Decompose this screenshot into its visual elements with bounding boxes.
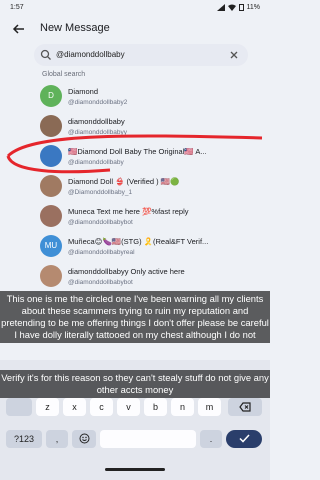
- contact-name: Muñeca😊🍆🇺🇸(STG) 🎗️(Real&FT Verif...: [68, 237, 209, 246]
- caption-text-2: Verify it's for this reason so they can'…: [0, 370, 270, 398]
- contact-handle: @Diamonddollbaby_1: [68, 189, 133, 196]
- list-item[interactable]: diamonddollbabyy Only active here @diamon…: [40, 262, 262, 292]
- contact-handle: @diamonddollbabyy: [68, 129, 127, 136]
- emoji-icon: [79, 433, 89, 444]
- page-title: New Message: [40, 22, 110, 34]
- key-x[interactable]: x: [63, 398, 86, 416]
- key-m[interactable]: m: [198, 398, 221, 416]
- list-item[interactable]: Muneca Text me here 💯%fast reply @diamond…: [40, 202, 262, 232]
- emoji-key[interactable]: [72, 430, 96, 448]
- caption-text-1: This one is me the circled one I've been…: [0, 291, 270, 343]
- contact-name: diamonddollbaby: [68, 117, 125, 126]
- avatar: [40, 145, 62, 167]
- search-value: @diamonddollbaby: [56, 50, 125, 59]
- close-icon[interactable]: [228, 49, 240, 61]
- avatar: [40, 175, 62, 197]
- app-header: New Message: [0, 16, 270, 42]
- wifi-icon: [227, 4, 236, 11]
- home-handle[interactable]: [105, 468, 165, 471]
- contact-name: Muneca Text me here 💯%fast reply: [68, 207, 189, 216]
- enter-key[interactable]: [226, 430, 262, 448]
- status-bar: 1:57 11%: [0, 0, 270, 16]
- contact-handle: @diamonddollbaby2: [68, 99, 128, 106]
- avatar: D: [40, 85, 62, 107]
- back-arrow-icon[interactable]: [12, 22, 26, 36]
- section-label: Global search: [42, 71, 86, 78]
- list-item[interactable]: D Diamond @diamonddollbaby2: [40, 82, 262, 112]
- battery-percent: 11%: [246, 4, 261, 11]
- search-icon: [40, 49, 51, 60]
- list-item[interactable]: MU Muñeca😊🍆🇺🇸(STG) 🎗️(Real&FT Verif... @di…: [40, 232, 262, 262]
- period-key[interactable]: .: [200, 430, 222, 448]
- check-icon: [238, 434, 250, 443]
- list-item[interactable]: 🇱🇷Diamond Doll Baby The Original🇱🇷 A... @…: [40, 142, 262, 172]
- list-item[interactable]: diamonddollbaby @diamonddollbabyy: [40, 112, 262, 142]
- space-key[interactable]: [100, 430, 196, 448]
- avatar: [40, 265, 62, 287]
- contact-name: Diamond: [68, 87, 99, 96]
- key-z[interactable]: z: [36, 398, 59, 416]
- status-time: 1:57: [10, 4, 24, 11]
- contact-name: Diamond Doll 👙 (Verified ) 🇺🇸🟢: [68, 177, 180, 186]
- key-n[interactable]: n: [171, 398, 194, 416]
- avatar: MU: [40, 235, 62, 257]
- status-icons: 11%: [216, 4, 261, 11]
- contact-handle: @diamonddollbabybot: [68, 279, 133, 286]
- key-c[interactable]: c: [90, 398, 113, 416]
- search-results: D Diamond @diamonddollbaby2 diamonddollbaby…: [40, 82, 262, 292]
- contact-handle: @diamonddollbabyreal: [68, 249, 135, 256]
- search-input[interactable]: @diamonddollbaby: [34, 44, 248, 66]
- symbols-key[interactable]: ?123: [6, 430, 42, 448]
- contact-name: 🇱🇷Diamond Doll Baby The Original🇱🇷 A...: [68, 147, 207, 156]
- avatar: [40, 115, 62, 137]
- battery-icon: [238, 4, 244, 11]
- comma-key[interactable]: ,: [46, 430, 68, 448]
- list-item[interactable]: Diamond Doll 👙 (Verified ) 🇺🇸🟢 @Diamonddo…: [40, 172, 262, 202]
- key-v[interactable]: v: [117, 398, 140, 416]
- signal-icon: [216, 4, 225, 11]
- contact-handle: @diamonddollbabybot: [68, 219, 133, 226]
- backspace-key[interactable]: [228, 398, 262, 416]
- avatar: [40, 205, 62, 227]
- contact-name: diamonddollbabyy Only active here: [68, 267, 185, 276]
- key-b[interactable]: b: [144, 398, 167, 416]
- navigation-bar: [0, 456, 270, 480]
- contact-handle: @diamonddollbaby: [68, 159, 124, 166]
- shift-key[interactable]: [6, 398, 32, 416]
- backspace-icon: [239, 402, 251, 412]
